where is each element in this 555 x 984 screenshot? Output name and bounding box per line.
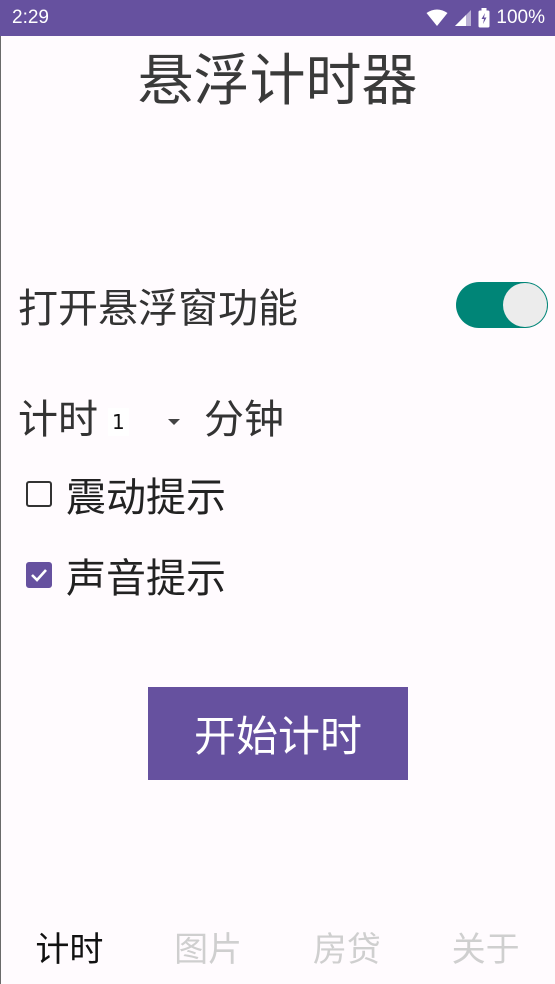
window-edge — [0, 36, 1, 984]
timer-row: 计时 1 分钟 — [18, 386, 284, 446]
status-icons: 100% — [426, 7, 545, 29]
start-timer-button[interactable]: 开始计时 — [148, 687, 408, 780]
bottom-navigation: 计时 图片 房贷 关于 — [0, 912, 555, 980]
checkmark-icon — [31, 569, 47, 582]
sound-checkbox[interactable] — [26, 562, 52, 588]
battery-icon — [478, 8, 490, 28]
battery-level: 100% — [496, 7, 545, 28]
toggle-thumb — [503, 283, 547, 327]
timer-suffix-label: 分钟 — [204, 397, 284, 443]
sound-checkbox-row[interactable]: 声音提示 — [26, 545, 226, 605]
minutes-value: 1 — [108, 408, 129, 436]
nav-tab-timer[interactable]: 计时 — [25, 922, 113, 971]
page-title: 悬浮计时器 — [137, 49, 418, 114]
status-bar: 2:29 100% — [0, 0, 555, 36]
minutes-dropdown[interactable]: 1 — [100, 402, 184, 442]
timer-prefix-label: 计时 — [18, 397, 98, 443]
nav-tab-images[interactable]: 图片 — [164, 922, 252, 971]
overlay-label: 打开悬浮窗功能 — [18, 286, 298, 332]
wifi-icon — [426, 9, 448, 26]
dropdown-arrow-icon — [168, 419, 180, 425]
overlay-setting-row: 打开悬浮窗功能 — [18, 274, 548, 336]
vibrate-checkbox[interactable] — [26, 481, 52, 507]
status-time: 2:29 — [12, 7, 49, 28]
signal-icon — [455, 10, 472, 26]
vibrate-label: 震动提示 — [66, 475, 226, 521]
nav-tab-mortgage[interactable]: 房贷 — [303, 922, 391, 971]
vibrate-checkbox-row[interactable]: 震动提示 — [26, 464, 226, 524]
overlay-toggle[interactable] — [456, 282, 548, 328]
sound-label: 声音提示 — [66, 556, 226, 602]
nav-tab-about[interactable]: 关于 — [442, 922, 530, 971]
